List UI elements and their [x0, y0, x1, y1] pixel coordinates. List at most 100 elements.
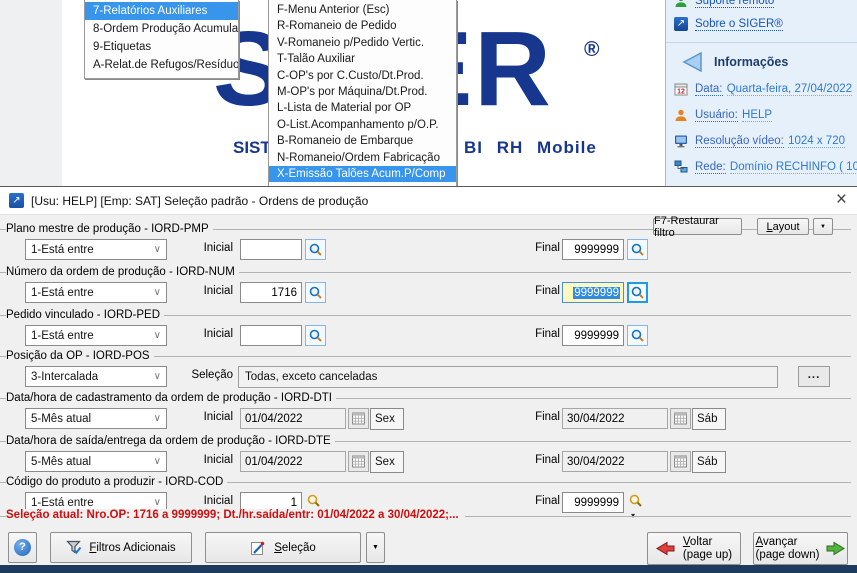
info-row-resolution: Resolução vídeo: 1024 x 720	[674, 134, 845, 148]
final-label: Final	[535, 411, 560, 423]
initial-label: Inicial	[203, 242, 233, 254]
back-arrow-icon	[682, 51, 702, 73]
submenu-item-ops-ccusto[interactable]: C-OP's por C.Custo/Dt.Prod.	[269, 68, 456, 84]
selection-button[interactable]: Seleção	[205, 532, 361, 563]
group-title-cod: Código do produto a produzir - IORD-COD	[6, 476, 228, 488]
submenu-item-list-acompanhamento[interactable]: O-List.Acompanhamento p/O.P.	[269, 117, 456, 133]
ped-initial-search-button[interactable]	[305, 325, 326, 346]
final-label: Final	[535, 242, 560, 254]
ped-final-input[interactable]	[562, 325, 624, 346]
pos-selection-field[interactable]: Todas, exceto canceladas	[238, 366, 778, 388]
dti-operator-select[interactable]: 5-Mês atual ∨	[25, 408, 167, 429]
info-section-title: Informações	[714, 55, 789, 69]
menu-item-etiquetas[interactable]: 9-Etiquetas	[85, 38, 238, 56]
forward-button-label: Avançar (page down)	[755, 535, 820, 561]
pmp-operator-select[interactable]: 1-Está entre ∨	[25, 239, 167, 260]
cod-final-input[interactable]	[562, 492, 624, 513]
pmp-final-input[interactable]	[562, 239, 624, 260]
num-initial-search-button[interactable]	[305, 282, 326, 303]
submenu-item-ops-maquina[interactable]: M-OP's por Máquina/Dt.Prod.	[269, 84, 456, 100]
help-icon: ?	[14, 539, 31, 556]
final-label: Final	[535, 285, 560, 297]
group-title-num: Número da ordem de produção - IORD-NUM	[6, 266, 239, 278]
dti-initial-calendar-button[interactable]	[348, 408, 369, 429]
num-operator-select[interactable]: 1-Está entre ∨	[25, 282, 167, 303]
selection-dialog: ↗ [Usu: HELP] [Emp: SAT] Seleção padrão …	[0, 186, 857, 566]
search-icon	[309, 243, 322, 256]
dte-final-calendar-button[interactable]	[670, 451, 691, 472]
ped-initial-input[interactable]	[240, 325, 302, 346]
info-row-date: 12 Data: Quarta-feira, 27/04/2022	[674, 82, 853, 96]
forward-button[interactable]: Avançar (page down)	[753, 532, 848, 565]
menu-item-refugos-residuos[interactable]: A-Relat.de Refugos/Resíduos	[85, 56, 238, 74]
search-icon	[631, 286, 644, 299]
pmp-final-search-button[interactable]	[627, 239, 648, 260]
layout-dropdown-button[interactable]: ▼	[813, 218, 833, 235]
group-title-ped: Pedido vinculado - IORD-PED	[6, 309, 165, 321]
calendar-icon: 12	[674, 83, 688, 96]
dte-initial-calendar-button[interactable]	[348, 451, 369, 472]
pos-more-button[interactable]: ...	[798, 366, 830, 387]
dte-final-date-input[interactable]	[562, 451, 668, 472]
resolution-label: Resolução vídeo:	[695, 135, 784, 148]
support-person-icon	[675, 0, 687, 7]
search-icon	[309, 329, 322, 342]
cod-final-search-button[interactable]	[628, 493, 643, 508]
calendar-icon	[674, 455, 687, 468]
monitor-icon	[675, 135, 687, 148]
remote-support-link[interactable]: Suporte remoto	[674, 0, 775, 8]
group-title-pos: Posição da OP - IORD-POS	[6, 350, 154, 362]
calendar-icon	[674, 412, 687, 425]
dte-initial-date-input[interactable]	[240, 451, 346, 472]
dti-initial-date-input[interactable]	[240, 408, 346, 429]
layout-button[interactable]: Layout	[757, 218, 809, 235]
submenu-item-romaneio-pedido[interactable]: R-Romaneio de Pedido	[269, 18, 456, 34]
menu-item-relatorios-auxiliares[interactable]: 7-Relatórios Auxiliares	[85, 2, 238, 20]
additional-filters-button[interactable]: Filtros Adicionais	[50, 532, 192, 563]
about-siger-label: Sobre o SIGER®	[695, 17, 783, 31]
restore-filter-button[interactable]: F7-Restaurar filtro	[653, 215, 742, 239]
ped-final-search-button[interactable]	[627, 325, 648, 346]
about-siger-link[interactable]: ↗ Sobre o SIGER®	[674, 17, 783, 31]
submenu-item-romaneio-embarque[interactable]: B-Romaneio de Embarque	[269, 133, 456, 149]
submenu-item-emissao-taloes[interactable]: X-Emissão Talões Acum.P/Comp	[269, 165, 456, 183]
user-label: Usuário:	[695, 109, 738, 122]
dte-operator-select[interactable]: 5-Mês atual ∨	[25, 451, 167, 472]
dte-initial-weekday: Sex	[370, 451, 404, 473]
app-background: SIGER ® SIST BI RH Mobile 7-Relatórios A…	[0, 0, 857, 186]
left-margin	[0, 0, 62, 186]
num-final-input-focused[interactable]: 9999999	[562, 282, 624, 303]
filter-group-dti: Data/hora de cadastramento da ordem de p…	[0, 392, 857, 435]
filter-group-pmp: Plano mestre de produção - IORD-PMP F7-R…	[0, 215, 857, 266]
submenu-item-romaneio-pedido-vertical[interactable]: V-Romaneio p/Pedido Vertic.	[269, 35, 456, 51]
selection-label: Seleção	[191, 369, 233, 381]
search-icon	[309, 286, 322, 299]
search-icon	[307, 494, 320, 507]
final-label: Final	[535, 454, 560, 466]
dti-final-date-input[interactable]	[562, 408, 668, 429]
edit-selection-icon	[251, 541, 265, 555]
network-icon	[674, 160, 688, 173]
cod-initial-search-button[interactable]	[306, 493, 321, 508]
help-button[interactable]: ?	[8, 532, 37, 563]
green-right-arrow-icon	[826, 541, 846, 556]
close-icon[interactable]: ×	[836, 189, 847, 211]
ped-operator-select[interactable]: 1-Está entre ∨	[25, 325, 167, 346]
num-initial-input[interactable]	[240, 282, 302, 303]
calendar-icon	[352, 455, 365, 468]
menu-item-ordem-producao-acumulada[interactable]: 8-Ordem Produção Acumulada	[85, 20, 238, 38]
pmp-initial-search-button[interactable]	[305, 239, 326, 260]
selection-dropdown-button[interactable]: ▼	[366, 532, 385, 563]
date-value: Quarta-feira, 27/04/2022	[726, 83, 853, 96]
submenu-item-talao-auxiliar[interactable]: T-Talão Auxiliar	[269, 51, 456, 67]
submenu-item-lista-material[interactable]: L-Lista de Material por OP	[269, 100, 456, 116]
num-final-search-button[interactable]	[627, 282, 648, 303]
pos-operator-select[interactable]: 3-Intercalada ∨	[25, 366, 167, 387]
dti-final-calendar-button[interactable]	[670, 408, 691, 429]
submenu-item-menu-anterior[interactable]: F-Menu Anterior (Esc)	[269, 2, 456, 18]
submenu-item-romaneio-ordem-fabricacao[interactable]: N-Romaneio/Ordem Fabricação	[269, 150, 456, 166]
initial-label: Inicial	[203, 495, 233, 507]
dti-final-weekday: Sáb	[692, 408, 726, 430]
pmp-initial-input[interactable]	[240, 239, 302, 260]
back-button[interactable]: Voltar (page up)	[647, 532, 741, 565]
